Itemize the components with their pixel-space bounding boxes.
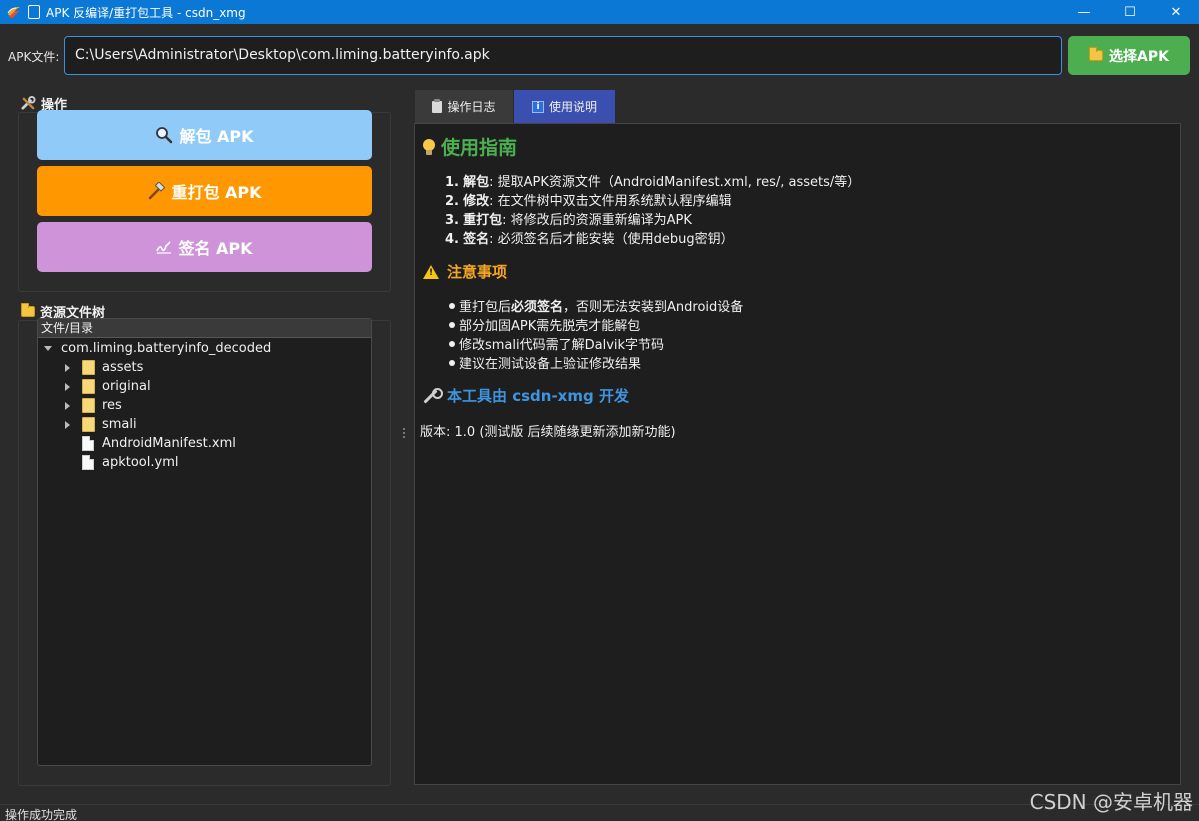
file-icon <box>82 455 94 470</box>
lightbulb-icon <box>423 138 435 155</box>
version-text: 版本: 1.0 (测试版 后续随缘更新添加新功能) <box>420 425 676 440</box>
tree-column-header: 文件/目录 <box>38 319 371 338</box>
choose-apk-label: 选择APK <box>1109 48 1169 65</box>
collapse-arrow-icon[interactable] <box>65 363 70 372</box>
tree-item-label: AndroidManifest.xml <box>102 436 236 451</box>
note-item: 部分加固APK需先脱壳才能解包 <box>449 315 640 334</box>
collapse-arrow-icon[interactable] <box>65 382 70 391</box>
tree-item-assets[interactable]: assets <box>65 358 143 377</box>
magnifier-icon <box>156 127 173 144</box>
unpack-apk-button[interactable]: 解包 APK <box>37 110 372 160</box>
folder-icon <box>1089 47 1104 61</box>
tree-root-label: com.liming.batteryinfo_decoded <box>61 341 272 356</box>
folder-icon <box>82 379 95 394</box>
tree-item-apktool[interactable]: apktool.yml <box>82 453 178 472</box>
hammer-icon <box>149 182 166 200</box>
unpack-apk-label: 解包 APK <box>179 127 254 146</box>
guide-step: 1. 解包: 提取APK资源文件（AndroidManifest.xml, re… <box>445 175 861 190</box>
tree-item-manifest[interactable]: AndroidManifest.xml <box>82 434 236 453</box>
tab-log-label: 操作日志 <box>447 100 496 114</box>
apk-file-label: APK文件: <box>8 50 60 64</box>
developer-heading: 本工具由 csdn-xmg 开发 <box>423 385 629 406</box>
minimize-button[interactable]: — <box>1061 0 1107 24</box>
apk-path-input[interactable]: C:\Users\Administrator\Desktop\com.limin… <box>64 36 1062 75</box>
warning-icon: ! <box>423 264 439 279</box>
close-button[interactable]: ✕ <box>1153 0 1199 24</box>
note-item: 建议在测试设备上验证修改结果 <box>449 353 641 372</box>
guide-title: 使用指南 <box>441 137 518 159</box>
tab-help[interactable]: i 使用说明 <box>514 90 615 123</box>
tree-item-label: original <box>102 379 151 394</box>
tree-item-smali[interactable]: smali <box>65 415 137 434</box>
notes-heading: ! 注意事项 <box>423 261 507 282</box>
sign-apk-button[interactable]: 签名 APK <box>37 222 372 272</box>
note-item: 重打包后必须签名，否则无法安装到Android设备 <box>449 296 743 315</box>
expand-arrow-icon[interactable] <box>44 346 52 351</box>
status-bar <box>0 804 1199 821</box>
signature-icon <box>156 241 172 254</box>
repack-apk-label: 重打包 APK <box>171 183 262 202</box>
watermark-text: CSDN @安卓机器 <box>1029 790 1193 814</box>
status-text: 操作成功完成 <box>5 808 78 821</box>
info-icon: i <box>531 100 544 113</box>
folder-icon <box>82 398 95 413</box>
collapse-arrow-icon[interactable] <box>65 420 70 429</box>
notes-title: 注意事项 <box>447 263 508 281</box>
tree-root-row[interactable]: com.liming.batteryinfo_decoded <box>44 339 271 358</box>
guide-heading: 使用指南 <box>423 133 517 160</box>
folder-icon <box>82 417 95 432</box>
repack-apk-button[interactable]: 重打包 APK <box>37 166 372 216</box>
tree-item-label: smali <box>102 417 137 432</box>
note-item: 修改smali代码需了解Dalvik字节码 <box>449 334 664 353</box>
tools-icon <box>21 96 36 110</box>
tab-log[interactable]: 操作日志 <box>415 90 513 123</box>
tree-item-label: apktool.yml <box>102 455 179 470</box>
app-logo-icon <box>6 4 22 20</box>
folder-icon <box>82 360 95 375</box>
guide-step: 3. 重打包: 将修改后的资源重新编译为APK <box>445 213 692 228</box>
clipboard-icon <box>432 98 443 113</box>
title-bar: APK 反编译/重打包工具 - csdn_xmg — ☐ ✕ <box>0 0 1199 24</box>
choose-apk-button[interactable]: 选择APK <box>1068 36 1190 75</box>
window-title: APK 反编译/重打包工具 - csdn_xmg <box>46 5 246 20</box>
maximize-button[interactable]: ☐ <box>1107 0 1153 24</box>
tab-help-label: 使用说明 <box>548 100 597 114</box>
guide-step: 4. 签名: 必须签名后才能安装（使用debug密钥） <box>445 232 734 247</box>
tree-item-original[interactable]: original <box>65 377 151 396</box>
tree-item-label: res <box>102 398 122 413</box>
folder-icon <box>21 303 35 317</box>
document-icon <box>28 5 40 19</box>
developer-title: 本工具由 csdn-xmg 开发 <box>447 387 629 405</box>
tree-item-label: assets <box>102 360 144 375</box>
wrench-icon <box>423 387 443 404</box>
sign-apk-label: 签名 APK <box>178 239 253 258</box>
file-icon <box>82 436 94 451</box>
tree-item-res[interactable]: res <box>65 396 122 415</box>
splitter-handle[interactable] <box>403 428 406 440</box>
guide-step: 2. 修改: 在文件树中双击文件用系统默认程序编辑 <box>445 194 732 209</box>
collapse-arrow-icon[interactable] <box>65 401 70 410</box>
